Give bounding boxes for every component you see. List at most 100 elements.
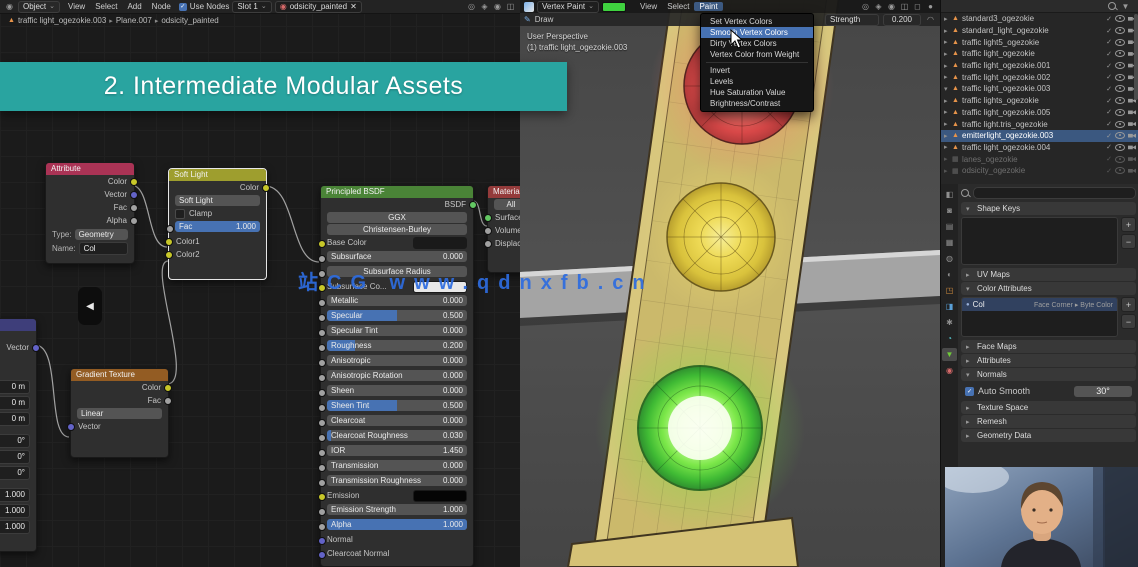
- socket[interactable]: [484, 227, 492, 235]
- visibility-eye-icon[interactable]: [1115, 143, 1125, 151]
- color-swatch[interactable]: [413, 281, 467, 293]
- socket[interactable]: [484, 240, 492, 248]
- visibility-eye-icon[interactable]: [1115, 97, 1125, 105]
- socket[interactable]: [130, 191, 138, 199]
- param-slider[interactable]: Clearcoat 0.000: [327, 415, 467, 426]
- paint-menu-item-brightness-contrast[interactable]: Brightness/Contrast: [701, 98, 813, 109]
- outliner-row[interactable]: ▸ ▲ traffic light_ogezokie ✓: [941, 48, 1138, 60]
- section-shape-keys[interactable]: ▾ Shape Keys: [961, 202, 1136, 215]
- tab-physics[interactable]: ◔: [942, 332, 957, 345]
- socket[interactable]: [318, 404, 326, 412]
- section-texture-space[interactable]: ▸ Texture Space: [961, 401, 1136, 414]
- socket[interactable]: [318, 493, 326, 501]
- visibility-eye-icon[interactable]: [1115, 167, 1125, 175]
- socket[interactable]: [130, 217, 138, 225]
- menu-node[interactable]: Node: [147, 2, 176, 11]
- paint-menu-item-invert[interactable]: Invert: [701, 65, 813, 76]
- color-attributes-list[interactable]: ● Col Face Corner ▸ Byte Color: [961, 297, 1118, 337]
- socket[interactable]: [318, 374, 326, 382]
- visibility-eye-icon[interactable]: [1115, 85, 1125, 93]
- tab-render[interactable]: ◙: [942, 204, 957, 217]
- tab-object[interactable]: ◳: [942, 284, 957, 297]
- socket[interactable]: [318, 508, 326, 516]
- tab-output[interactable]: ▤: [942, 220, 957, 233]
- mode-dropdown[interactable]: Vertex Paint ⌄: [537, 0, 600, 13]
- xray-icon[interactable]: ◻: [912, 1, 923, 12]
- properties-search-input[interactable]: [973, 187, 1136, 199]
- auto-smooth-angle-field[interactable]: 30°: [1074, 385, 1132, 397]
- param-field[interactable]: Subsurface Radius: [327, 266, 467, 277]
- strength-value-field[interactable]: 0.200: [883, 13, 921, 26]
- selectable-checkbox-icon[interactable]: ✓: [1106, 97, 1112, 105]
- node-principled-bsdf[interactable]: Principled BSDF BSDF GGX Christensen-Bur…: [318, 185, 477, 567]
- section-attributes[interactable]: ▸ Attributes: [961, 354, 1136, 367]
- param-slider[interactable]: Specular 0.500: [327, 310, 467, 321]
- add-button[interactable]: +: [1121, 217, 1136, 232]
- selectable-checkbox-icon[interactable]: ✓: [1106, 85, 1112, 93]
- visibility-eye-icon[interactable]: [1115, 62, 1125, 70]
- node-attribute[interactable]: Attribute Color Vector Fac Alpha Type: Geom…: [45, 162, 138, 264]
- socket[interactable]: [318, 284, 326, 292]
- attribute-name-input[interactable]: Col: [78, 241, 128, 255]
- node-principled-header[interactable]: Principled BSDF: [321, 186, 473, 198]
- socket[interactable]: [130, 204, 138, 212]
- node-gradient-texture[interactable]: Gradient Texture Color Fac Linear Vector: [67, 368, 172, 458]
- clamp-checkbox[interactable]: [175, 208, 185, 219]
- node-mapping-header[interactable]: [0, 319, 36, 331]
- param-slider[interactable]: Transmission Roughness 0.000: [327, 475, 467, 486]
- outliner-row[interactable]: ▸ ▲ traffic light.tris_ogezokie ✓: [941, 118, 1138, 130]
- selectable-checkbox-icon[interactable]: ✓: [1106, 27, 1112, 35]
- socket[interactable]: [166, 225, 174, 233]
- paint-menu-item-dirty-vertex-colors[interactable]: Dirty Vertex Colors: [701, 38, 813, 49]
- visibility-eye-icon[interactable]: [1115, 120, 1125, 128]
- node-mapping[interactable]: Vector 0 m 0 m 0 m 0° 0° 0° 1.000 1.000 1.000: [0, 318, 40, 552]
- param-slider[interactable]: Sheen Tint 0.500: [327, 400, 467, 411]
- proportional-edit-icon[interactable]: ◉: [492, 1, 503, 12]
- gradient-interpolation-dropdown[interactable]: Linear: [77, 408, 162, 419]
- mapping-rotation-field[interactable]: 0°: [0, 466, 30, 480]
- remove-button[interactable]: −: [1121, 314, 1136, 329]
- param-slider[interactable]: Clearcoat Roughness 0.030: [327, 430, 467, 441]
- render-camera-icon[interactable]: [1128, 145, 1136, 150]
- snap-magnet-icon[interactable]: ◈: [479, 1, 490, 12]
- selectable-checkbox-icon[interactable]: ✓: [1106, 143, 1112, 151]
- mapping-rotation-field[interactable]: 0°: [0, 434, 30, 448]
- section-normals[interactable]: ▾ Normals: [961, 368, 1136, 381]
- pin-icon[interactable]: ◎: [466, 1, 477, 12]
- blend-mode-dropdown[interactable]: Soft Light: [175, 195, 260, 206]
- selectable-checkbox-icon[interactable]: ✓: [1106, 62, 1112, 70]
- outliner-row[interactable]: ▸ ▲ emitterlight_ogezokie.003 ✓: [941, 129, 1138, 142]
- socket[interactable]: [32, 344, 40, 352]
- socket[interactable]: [318, 270, 326, 278]
- tab-material[interactable]: ◉: [942, 364, 957, 377]
- param-slider[interactable]: Transmission 0.000: [327, 460, 467, 471]
- mapping-location-field[interactable]: 0 m: [0, 396, 30, 410]
- viewport-3d[interactable]: Vertex Paint ⌄ View Select Paint ◎ ◈ ◉ ◫ ◻ ● ✎ …: [520, 0, 940, 567]
- param-slider[interactable]: Metallic 0.000: [327, 295, 467, 306]
- outliner-row[interactable]: ▸ ▲ traffic light_ogezokie.001 ✓: [941, 60, 1138, 72]
- section-uv-maps[interactable]: ▸ UV Maps: [961, 268, 1136, 281]
- socket[interactable]: [165, 251, 173, 259]
- menu-view[interactable]: View: [635, 2, 662, 11]
- outliner-row[interactable]: ▸ ▲ standard3_ogezokie ✓: [941, 13, 1138, 25]
- menu-select[interactable]: Select: [90, 2, 122, 11]
- outliner-row[interactable]: ▸ ▲ traffic lights_ogezokie ✓: [941, 95, 1138, 107]
- shape-keys-list[interactable]: [961, 217, 1118, 265]
- tab-modifiers[interactable]: ◨: [942, 300, 957, 313]
- section-face-maps[interactable]: ▸ Face Maps: [961, 340, 1136, 353]
- paint-menu-item-smooth-vertex-colors[interactable]: Smooth Vertex Colors: [701, 27, 813, 38]
- param-slider[interactable]: IOR 1.450: [327, 445, 467, 456]
- paint-menu-item-hue-saturation-value[interactable]: Hue Saturation Value: [701, 87, 813, 98]
- add-button[interactable]: +: [1121, 297, 1136, 312]
- paint-menu-item-levels[interactable]: Levels: [701, 76, 813, 87]
- outliner-row[interactable]: ▸ ▲ standard_light_ogezokie ✓: [941, 25, 1138, 37]
- socket[interactable]: [318, 523, 326, 531]
- falloff-icon[interactable]: ◠: [925, 14, 936, 25]
- socket[interactable]: [318, 449, 326, 457]
- param-slider[interactable]: Alpha 1.000: [327, 519, 467, 530]
- unlink-material-icon[interactable]: ✕: [350, 2, 357, 12]
- section-color-attributes[interactable]: ▾ Color Attributes: [961, 282, 1136, 295]
- visibility-eye-icon[interactable]: [1115, 15, 1125, 23]
- remove-button[interactable]: −: [1121, 234, 1136, 249]
- outliner-row[interactable]: ▸ ▲ traffic light_ogezokie.005 ✓: [941, 107, 1138, 119]
